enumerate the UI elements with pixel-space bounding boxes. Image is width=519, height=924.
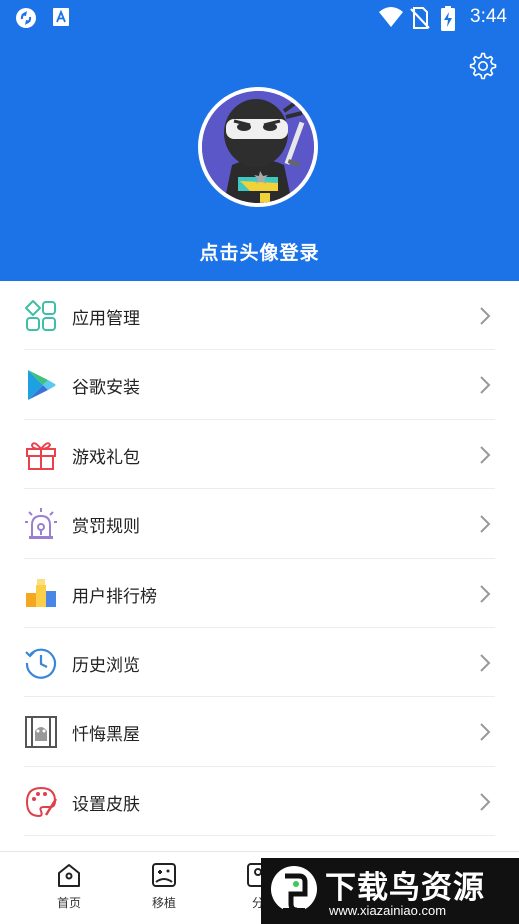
ninja-avatar (202, 91, 314, 203)
history-clock-icon (25, 648, 57, 679)
watermark-banner: 下载鸟资源 www.xiazainiao.com (261, 858, 519, 924)
battery-charging-icon (441, 6, 455, 31)
status-time: 3:44 (470, 6, 507, 27)
nav-home[interactable]: 首页 (29, 862, 109, 911)
nav-port[interactable]: 移植 (124, 862, 204, 911)
home-icon (58, 864, 80, 887)
chevron-right-icon (480, 446, 491, 464)
no-sim-icon (410, 7, 430, 29)
chevron-right-icon (480, 654, 491, 672)
ranking-podium-icon (26, 578, 56, 607)
play-store-icon (28, 370, 56, 401)
menu-item-label: 设置皮肤 (72, 794, 140, 815)
nav-label: 首页 (56, 896, 81, 910)
menu-item-label: 应用管理 (72, 309, 140, 329)
palette-icon (25, 786, 58, 817)
menu-item-user-ranking[interactable]: 用户排行榜 (0, 559, 519, 629)
sync-icon (16, 8, 36, 28)
nav-label: 移植 (151, 896, 176, 910)
chevron-right-icon (480, 723, 491, 742)
alarm-siren-icon (25, 508, 57, 540)
menu-list: 应用管理 谷歌安装 游戏礼包 赏罚规则 用户排行榜 历史浏览 忏悔黑屋 设置皮肤 (0, 281, 519, 837)
watermark-url: www.xiazainiao.com (329, 903, 447, 918)
menu-item-label: 谷歌安装 (72, 378, 140, 399)
menu-item-label: 历史浏览 (72, 655, 140, 676)
menu-item-reward-rules[interactable]: 赏罚规则 (0, 489, 519, 559)
wifi-icon (379, 7, 403, 27)
chevron-right-icon (480, 376, 491, 395)
menu-item-penance-room[interactable]: 忏悔黑屋 (0, 697, 519, 768)
jail-bars-icon (25, 716, 57, 749)
chevron-right-icon (480, 584, 491, 603)
login-prompt[interactable]: 点击头像登录 (0, 238, 519, 265)
profile-header: 3:44 点击头像登录 (0, 0, 519, 281)
status-bar: 3:44 (0, 0, 519, 36)
menu-item-label: 忏悔黑屋 (72, 725, 140, 746)
menu-item-label: 游戏礼包 (72, 447, 140, 468)
menu-item-game-gifts[interactable]: 游戏礼包 (0, 420, 519, 490)
chevron-right-icon (480, 515, 491, 533)
avatar[interactable] (198, 87, 318, 207)
gear-icon[interactable] (469, 52, 497, 80)
menu-item-label: 用户排行榜 (72, 586, 157, 607)
menu-item-google-install[interactable]: 谷歌安装 (0, 350, 519, 421)
a-notification-icon (53, 8, 69, 26)
watermark-title: 下载鸟资源 (325, 870, 485, 906)
menu-item-label: 赏罚规则 (72, 517, 140, 538)
bird-logo-icon (271, 866, 317, 913)
gift-icon (26, 442, 56, 470)
app-grid-icon (25, 300, 56, 331)
menu-item-app-management[interactable]: 应用管理 (0, 281, 519, 351)
menu-item-set-skin[interactable]: 设置皮肤 (0, 767, 519, 837)
chevron-right-icon (480, 793, 491, 811)
chevron-right-icon (480, 307, 491, 325)
menu-item-browsing-history[interactable]: 历史浏览 (0, 628, 519, 698)
gamepad-icon (152, 863, 176, 887)
